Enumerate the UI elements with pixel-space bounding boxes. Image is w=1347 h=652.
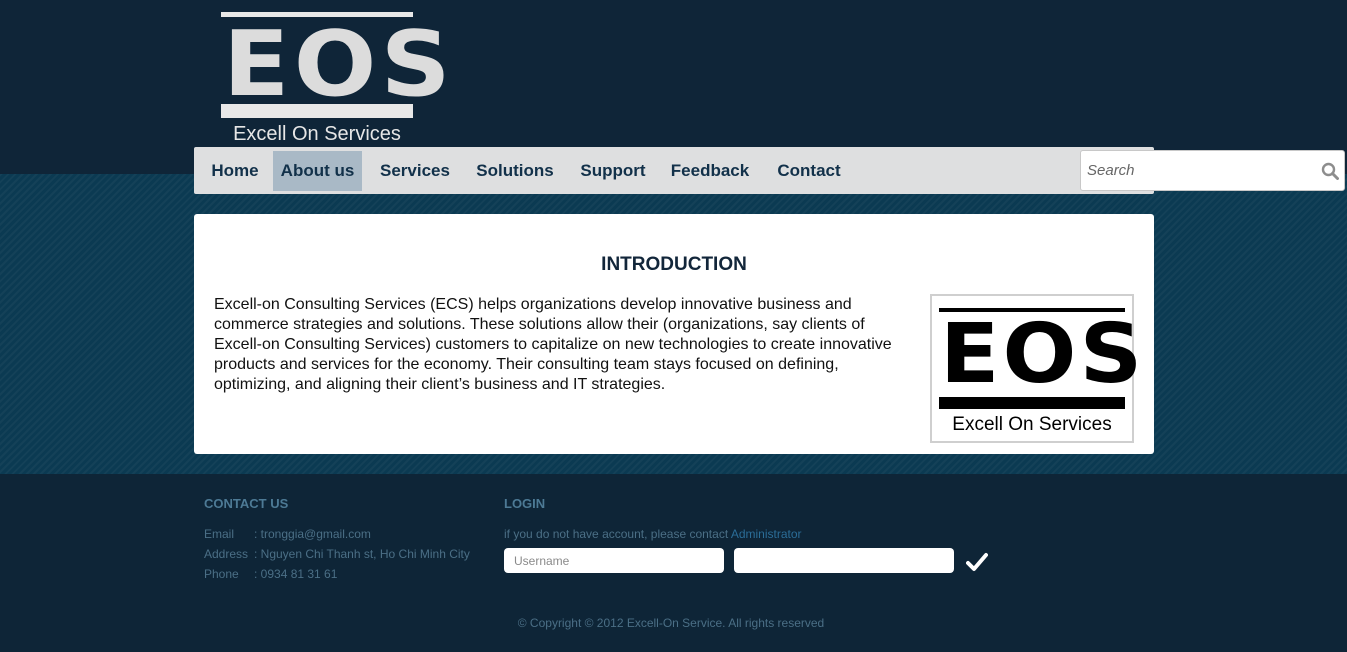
contact-phone-label: Phone xyxy=(204,567,239,581)
page-title: INTRODUCTION xyxy=(601,254,747,275)
administrator-link[interactable]: Administrator xyxy=(731,527,802,541)
side-logo-bottom-bar xyxy=(939,397,1125,409)
side-logo-letters: EOS xyxy=(940,307,1146,402)
logo-letters: EOS xyxy=(223,12,455,117)
nav-item-home[interactable]: Home xyxy=(204,151,266,191)
contact-phone-value: : 0934 81 31 61 xyxy=(254,567,338,581)
contact-us-heading: CONTACT US xyxy=(204,496,289,511)
contact-email-row: Email : tronggia@gmail.com xyxy=(204,527,371,541)
contact-address-row: Address : Nguyen Chi Thanh st, Ho Chi Min… xyxy=(204,547,470,561)
contact-email-value: : tronggia@gmail.com xyxy=(254,527,371,541)
checkmark-icon[interactable] xyxy=(966,552,988,572)
nav-item-support[interactable]: Support xyxy=(576,151,650,191)
copyright-text: © Copyright © 2012 Excell-On Service. Al… xyxy=(517,616,825,630)
nav-item-feedback[interactable]: Feedback xyxy=(667,151,753,191)
contact-address-value: : Nguyen Chi Thanh st, Ho Chi Minh City xyxy=(254,547,470,561)
content-panel: INTRODUCTION Excell-on Consulting Servic… xyxy=(194,214,1154,454)
login-heading: LOGIN xyxy=(504,496,546,511)
intro-paragraph: Excell-on Consulting Services (ECS) help… xyxy=(214,296,892,393)
nav-item-about-us[interactable]: About us xyxy=(273,151,362,191)
username-input[interactable] xyxy=(504,548,724,573)
logo-tagline: Excell On Services xyxy=(233,123,401,145)
nav-item-contact[interactable]: Contact xyxy=(772,151,846,191)
search-input[interactable] xyxy=(1081,151,1311,190)
site-logo[interactable]: EOS Excell On Services xyxy=(221,12,451,145)
login-note-text: if you do not have account, please conta… xyxy=(504,527,731,541)
password-input[interactable] xyxy=(734,548,954,573)
logo-bottom-bar xyxy=(221,104,413,118)
search-icon[interactable] xyxy=(1321,162,1339,180)
contact-email-label: Email xyxy=(204,527,235,541)
company-logo-image: EOS Excell On Services xyxy=(930,294,1146,443)
main-nav: Home About us Services Solutions Support… xyxy=(194,147,1345,194)
nav-item-solutions[interactable]: Solutions xyxy=(473,151,557,191)
contact-phone-row: Phone : 0934 81 31 61 xyxy=(204,567,337,581)
contact-address-label: Address xyxy=(204,547,249,561)
side-logo-tagline: Excell On Services xyxy=(952,414,1112,435)
login-note: if you do not have account, please conta… xyxy=(504,527,802,541)
nav-item-services[interactable]: Services xyxy=(376,151,454,191)
search-box xyxy=(1080,150,1345,191)
